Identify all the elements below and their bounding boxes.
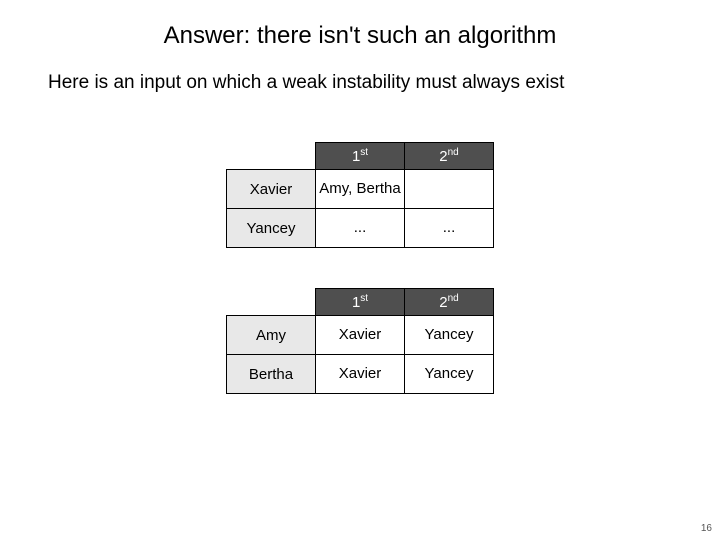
col-first-suf: st [360,147,368,158]
table-cell [405,170,494,209]
table-cell: ... [405,209,494,248]
slide: Answer: there isn't such an algorithm He… [0,0,720,540]
col-second-num: 2 [439,148,447,165]
table-row: Yancey ... ... [227,209,494,248]
row-header: Bertha [227,355,316,394]
col-header-first: 1st [316,289,405,316]
col-first-suf: st [360,293,368,304]
col-second-suf: nd [448,147,459,158]
col-second-num: 2 [439,294,447,311]
slide-title: Answer: there isn't such an algorithm [0,0,720,50]
women-pref-table: 1st 2nd Amy Xavier Yancey Bertha Xavier … [226,288,494,394]
slide-subtitle: Here is an input on which a weak instabi… [0,50,720,94]
col-header-second: 2nd [405,289,494,316]
row-header: Yancey [227,209,316,248]
col-second-suf: nd [448,293,459,304]
table-corner [227,289,316,316]
table-row: Amy Xavier Yancey [227,316,494,355]
table-corner [227,143,316,170]
row-header: Amy [227,316,316,355]
table-row: Bertha Xavier Yancey [227,355,494,394]
table-cell: Amy, Bertha [316,170,405,209]
col-header-first: 1st [316,143,405,170]
table-cell: ... [316,209,405,248]
table-cell: Xavier [316,316,405,355]
col-header-second: 2nd [405,143,494,170]
tables-container: 1st 2nd Xavier Amy, Bertha Yancey ... ..… [0,142,720,394]
table-row: Xavier Amy, Bertha [227,170,494,209]
page-number: 16 [701,523,712,534]
table-cell: Xavier [316,355,405,394]
table-cell: Yancey [405,355,494,394]
row-header: Xavier [227,170,316,209]
table-cell: Yancey [405,316,494,355]
men-pref-table: 1st 2nd Xavier Amy, Bertha Yancey ... ..… [226,142,494,248]
